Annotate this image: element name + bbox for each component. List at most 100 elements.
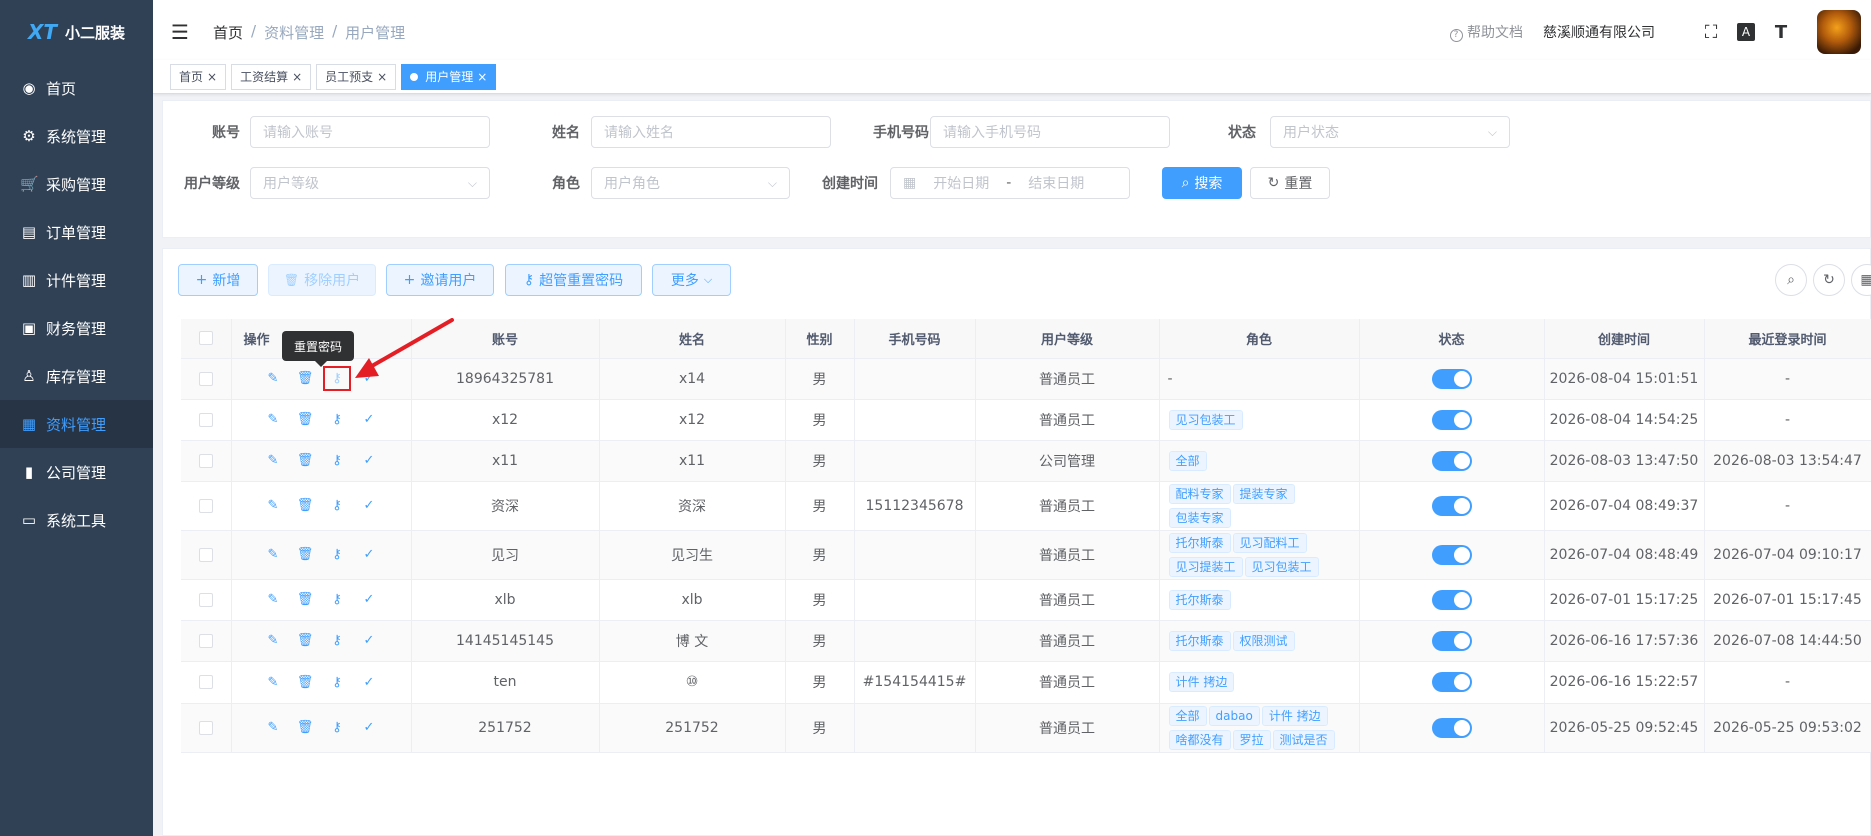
assign-role-icon[interactable]: ✓ [360, 720, 378, 735]
add-button[interactable]: + 新增 [178, 264, 258, 296]
refresh-icon[interactable]: ↻ [1813, 264, 1845, 296]
reset-password-icon[interactable]: ⚷ [323, 366, 351, 391]
sidebar-item[interactable]: 🛒 采购管理 [0, 160, 153, 208]
more-dropdown-button[interactable]: 更多 ⌵ [652, 264, 731, 296]
close-icon[interactable]: × [477, 70, 487, 84]
delete-icon[interactable]: 🗑 [296, 371, 314, 386]
remove-user-button[interactable]: 🗑 移除用户 [268, 264, 376, 296]
status-switch[interactable] [1431, 589, 1472, 610]
row-checkbox[interactable] [198, 675, 213, 689]
sidebar-item[interactable]: ⚙ 系统管理 [0, 112, 153, 160]
reset-password-icon[interactable]: ⚷ [328, 412, 346, 427]
table-row[interactable]: ✎ 🗑 ⚷ ✓ 18964325781 x14 男普通员工 -2026-08-04 15:01… [181, 358, 1871, 400]
table-row[interactable]: ✎ 🗑 ⚷ ✓ xlb xlb 男普通员工 托尔斯泰 2026-07-01 15:17:25 20… [181, 579, 1871, 621]
row-checkbox[interactable] [198, 371, 213, 386]
translate-icon[interactable]: A [1737, 23, 1755, 41]
sidebar-item[interactable]: ▤ 订单管理 [0, 208, 153, 256]
toggle-search-icon[interactable]: ⌕ [1775, 264, 1807, 296]
row-checkbox[interactable] [198, 412, 213, 427]
status-switch[interactable] [1431, 450, 1472, 471]
row-checkbox[interactable] [198, 633, 213, 648]
table-row[interactable]: ✎ 🗑 ⚷ ✓ x11 x11 男公司管理 全部 2026-08-03 13:47:50 2026… [181, 440, 1871, 482]
avatar[interactable] [1817, 10, 1861, 54]
table-row[interactable]: ✎ 🗑 ⚷ ✓ 见习 见习生男 普通员工 托尔斯泰 见习配料工见习提装工 见习包装工 2026-07… [181, 530, 1871, 580]
assign-role-icon[interactable]: ✓ [360, 453, 378, 468]
table-row[interactable]: ✎ 🗑 ⚷ ✓ x12 x12 男普通员工 见习包装工 2026-08-04 14:54:25- [181, 399, 1871, 441]
sidebar-item[interactable]: ▮ 公司管理 [0, 448, 153, 496]
table-row[interactable]: ✎ 🗑 ⚷ ✓ 251752 251752 男普通员工 全部 dabao 计件 拷边啥都没有 罗拉测… [181, 703, 1871, 753]
search-button[interactable]: ⌕ 搜索 [1162, 167, 1242, 199]
edit-icon[interactable]: ✎ [264, 453, 282, 468]
tab-tag[interactable]: 工资结算 × [231, 63, 312, 90]
role-select[interactable]: 用户角色 ⌵ [591, 167, 790, 199]
reset-password-icon[interactable]: ⚷ [328, 720, 346, 735]
assign-role-icon[interactable]: ✓ [360, 633, 378, 648]
tab-tag[interactable]: 用户管理 × [401, 63, 497, 90]
date-range-picker[interactable]: ▦ 开始日期 - 结束日期 [890, 167, 1130, 199]
reset-password-icon[interactable]: ⚷ [328, 675, 346, 690]
level-select[interactable]: 用户等级 ⌵ [250, 167, 490, 199]
table-row[interactable]: ✎ 🗑 ⚷ ✓ ten ⑩ 男 #154154415# 普通员工 计件 拷边 2026-06-16 … [181, 661, 1871, 704]
delete-icon[interactable]: 🗑 [296, 453, 314, 468]
status-select[interactable]: 用户状态 ⌵ [1270, 116, 1510, 148]
delete-icon[interactable]: 🗑 [296, 412, 314, 427]
table-row[interactable]: ✎ 🗑 ⚷ ✓ 资深 资深男 15112345678 普通员工 配料专家 提装专家包装专家 2026… [181, 481, 1871, 531]
status-switch[interactable] [1431, 368, 1472, 389]
edit-icon[interactable]: ✎ [264, 592, 282, 607]
phone-input[interactable]: 请输入手机号码 [930, 116, 1170, 148]
sidebar-item[interactable]: ▥ 计件管理 [0, 256, 153, 304]
edit-icon[interactable]: ✎ [264, 412, 282, 427]
account-input[interactable]: 请输入账号 [250, 116, 490, 148]
close-icon[interactable]: × [292, 70, 302, 84]
reset-password-icon[interactable]: ⚷ [328, 498, 346, 513]
sidebar-item[interactable]: ♙ 库存管理 [0, 352, 153, 400]
help-docs-link[interactable]: ? 帮助文档 [1449, 22, 1523, 42]
end-date-input[interactable]: 结束日期 [1021, 173, 1091, 193]
row-checkbox[interactable] [198, 498, 213, 513]
breadcrumb-item-home[interactable]: 首页 [213, 22, 243, 43]
delete-icon[interactable]: 🗑 [296, 720, 314, 735]
status-switch[interactable] [1431, 495, 1472, 516]
delete-icon[interactable]: 🗑 [296, 498, 314, 513]
edit-icon[interactable]: ✎ [264, 547, 282, 562]
delete-icon[interactable]: 🗑 [296, 633, 314, 648]
status-switch[interactable] [1431, 717, 1472, 738]
assign-role-icon[interactable]: ✓ [360, 371, 378, 386]
start-date-input[interactable]: 开始日期 [926, 173, 996, 193]
name-input[interactable]: 请输入姓名 [591, 116, 831, 148]
delete-icon[interactable]: 🗑 [296, 547, 314, 562]
row-checkbox[interactable] [198, 592, 213, 607]
assign-role-icon[interactable]: ✓ [360, 547, 378, 562]
reset-password-icon[interactable]: ⚷ [328, 592, 346, 607]
reset-button[interactable]: ↻ 重置 [1250, 167, 1330, 199]
select-all-checkbox[interactable] [198, 331, 213, 346]
sidebar-logo[interactable]: XT 小二服装 [0, 0, 153, 64]
assign-role-icon[interactable]: ✓ [360, 412, 378, 427]
status-switch[interactable] [1431, 409, 1472, 430]
assign-role-icon[interactable]: ✓ [360, 498, 378, 513]
status-switch[interactable] [1431, 672, 1472, 692]
row-checkbox[interactable] [198, 453, 213, 468]
close-icon[interactable]: × [207, 70, 217, 84]
edit-icon[interactable]: ✎ [264, 633, 282, 648]
columns-icon[interactable]: ▦ [1851, 264, 1871, 296]
font-size-icon[interactable]: T [1769, 22, 1793, 43]
sidebar-item[interactable]: ▭ 系统工具 [0, 496, 153, 544]
row-checkbox[interactable] [198, 720, 213, 735]
fullscreen-icon[interactable]: ⛶ [1699, 22, 1723, 43]
edit-icon[interactable]: ✎ [264, 371, 282, 386]
reset-password-icon[interactable]: ⚷ [328, 453, 346, 468]
status-switch[interactable] [1431, 630, 1472, 651]
close-icon[interactable]: × [377, 70, 387, 84]
tab-tag[interactable]: 首页 × [170, 63, 227, 90]
reset-password-icon[interactable]: ⚷ [328, 547, 346, 562]
edit-icon[interactable]: ✎ [264, 498, 282, 513]
tab-tag[interactable]: 员工预支 × [316, 63, 397, 90]
delete-icon[interactable]: 🗑 [296, 592, 314, 607]
super-reset-password-button[interactable]: ⚷ 超管重置密码 [505, 264, 642, 296]
assign-role-icon[interactable]: ✓ [360, 592, 378, 607]
edit-icon[interactable]: ✎ [264, 675, 282, 690]
status-switch[interactable] [1431, 544, 1472, 565]
sidebar-item[interactable]: ▦ 资料管理 [0, 400, 153, 448]
row-checkbox[interactable] [198, 547, 213, 562]
